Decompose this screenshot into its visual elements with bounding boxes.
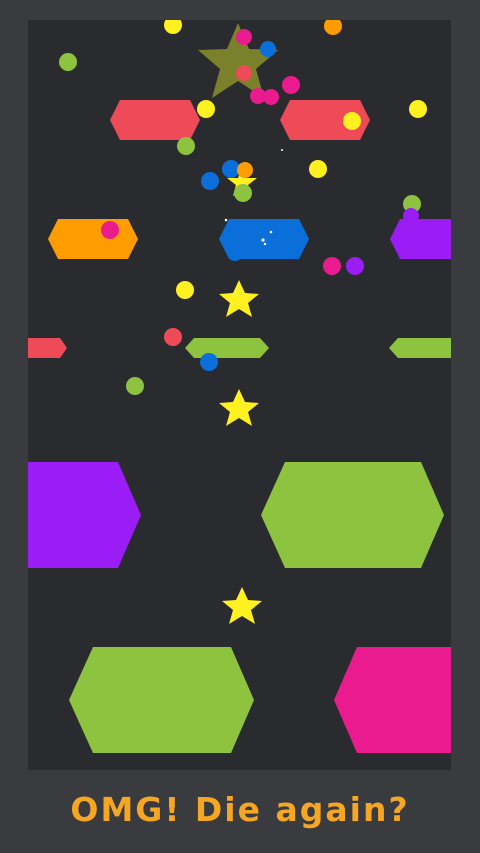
game-screen: OMG! Die again? (0, 0, 480, 853)
dot-magenta (323, 257, 341, 275)
dot-blue (227, 245, 243, 261)
dot-green (126, 377, 144, 395)
dot-orange (237, 162, 253, 178)
game-canvas (28, 20, 451, 753)
sparkle (261, 238, 265, 242)
dot-orange (324, 20, 342, 35)
dot-blue (260, 41, 276, 57)
hexagon-green-edge (389, 338, 451, 358)
dot-red (164, 328, 182, 346)
star (219, 280, 259, 317)
sparkle (281, 149, 283, 151)
dot-green (177, 137, 195, 155)
dot-yellow (164, 20, 182, 34)
sparkle (269, 230, 273, 234)
dot-green (59, 53, 77, 71)
dot-yellow (409, 100, 427, 118)
dot-yellow (176, 281, 194, 299)
dot-yellow (309, 160, 327, 178)
game-over-caption: OMG! Die again? (70, 790, 410, 829)
dot-purple (346, 257, 364, 275)
playfield[interactable] (28, 20, 451, 770)
dot-yellow (197, 100, 215, 118)
hexagon-magenta-large (334, 647, 451, 753)
dot-green (234, 184, 252, 202)
hexagon-orange (48, 219, 138, 259)
hexagon-green-large-left (69, 647, 254, 753)
dot-purple (403, 208, 419, 224)
dot-magenta (282, 76, 300, 94)
dot-magenta (101, 221, 119, 239)
hexagon-red-left (110, 100, 200, 140)
hexagon-green-large-right (261, 462, 444, 568)
dot-magenta (263, 89, 279, 105)
sparkle (224, 218, 228, 222)
hexagon-purple-large (28, 462, 141, 568)
dot-yellow (343, 112, 361, 130)
dot-magenta (236, 29, 252, 45)
dot-blue (200, 353, 218, 371)
hexagon-green-small (185, 338, 269, 358)
sparkle (263, 242, 267, 246)
hexagon-purple-edge (390, 219, 451, 259)
dot-blue (201, 172, 219, 190)
hexagon-red-edge (28, 338, 67, 358)
star (219, 389, 259, 426)
dot-red (236, 65, 252, 81)
star (222, 587, 262, 624)
